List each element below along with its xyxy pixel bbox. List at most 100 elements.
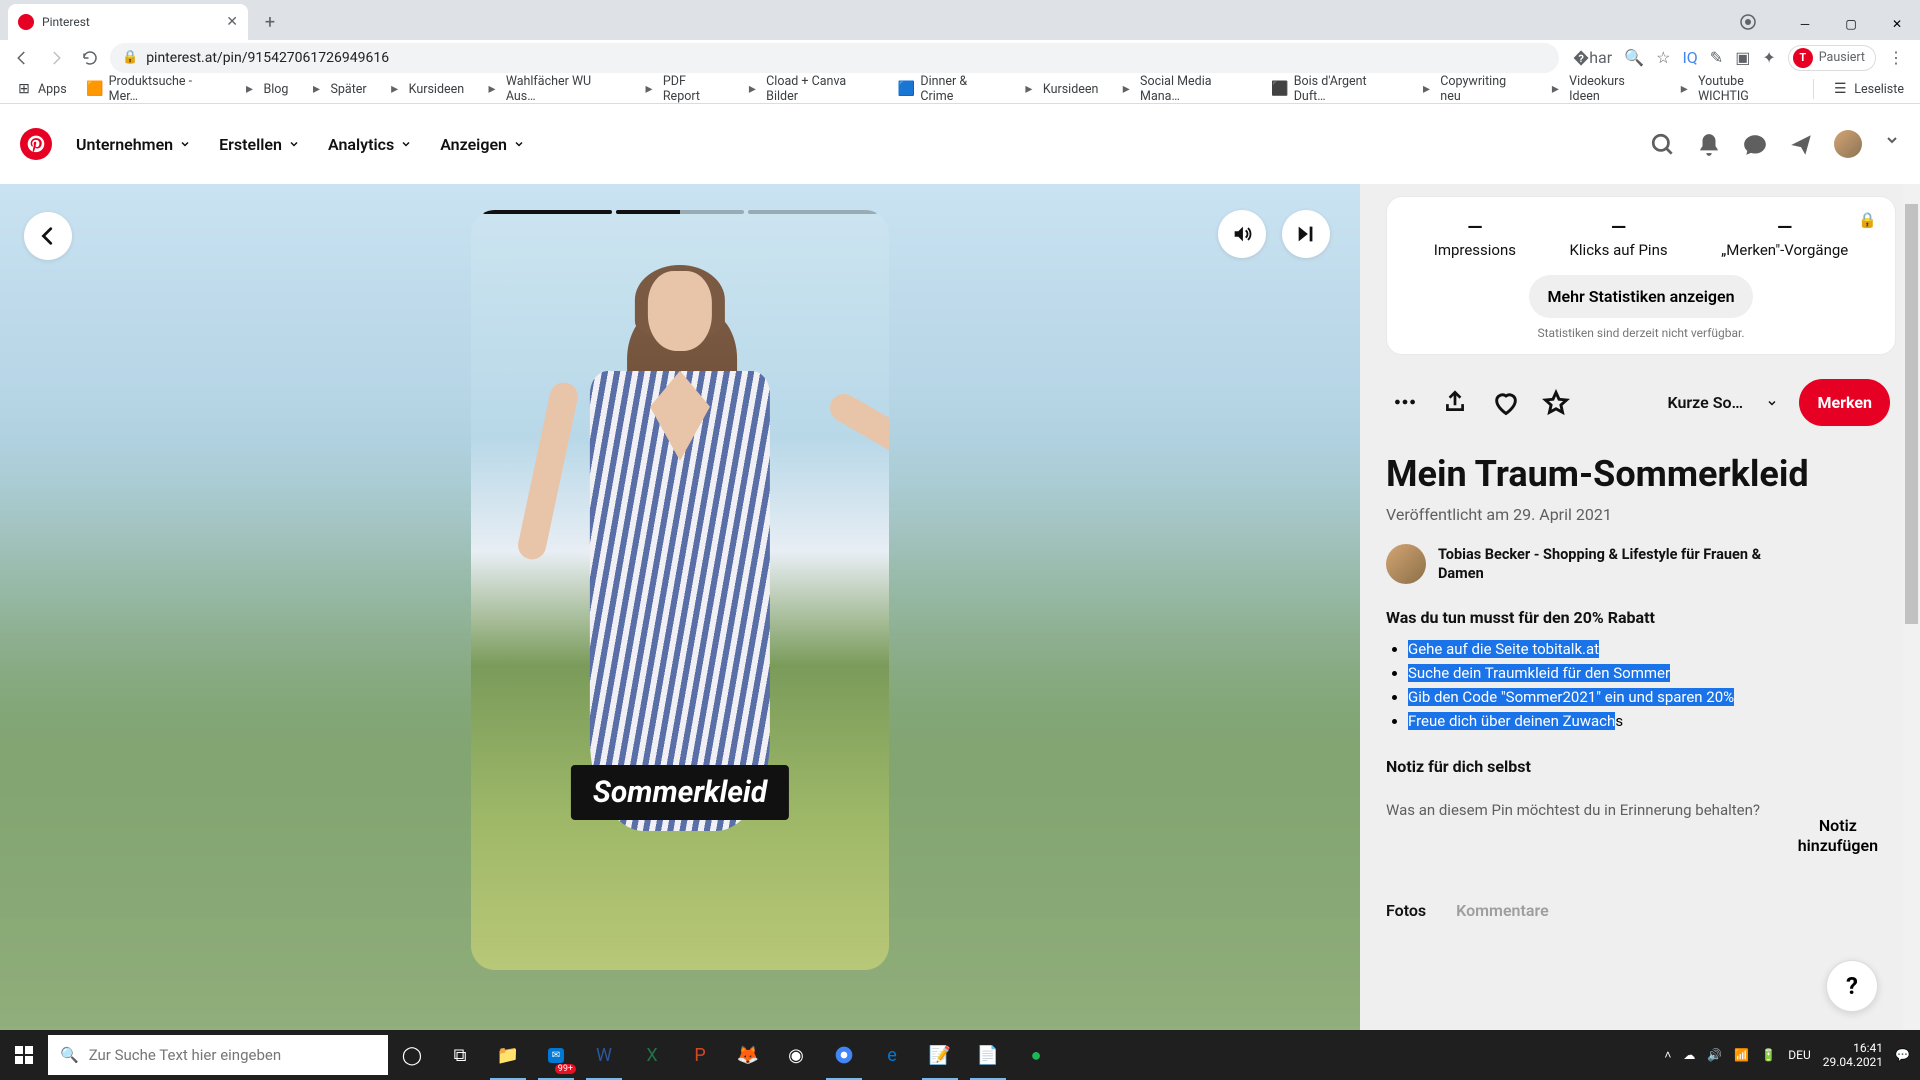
tray-lang[interactable]: DEU (1788, 1048, 1810, 1062)
bookmark-item[interactable]: 🟦Dinner & Crime (890, 75, 1009, 103)
tray-clock[interactable]: 16:41 29.04.2021 (1823, 1041, 1883, 1070)
cortana-icon[interactable]: ◯ (388, 1030, 436, 1080)
start-button[interactable] (0, 1030, 48, 1080)
bell-icon[interactable] (1696, 132, 1720, 156)
chevron-down-icon[interactable] (1884, 132, 1900, 156)
stat-item: —Impressions (1434, 215, 1516, 259)
tab-close-icon[interactable]: ✕ (226, 14, 238, 30)
tray-notifications-icon[interactable]: 💬 (1895, 1048, 1910, 1062)
tray-chevron-icon[interactable]: ˄ (1664, 1048, 1671, 1062)
star-icon[interactable] (1542, 389, 1570, 417)
board-selector[interactable]: Kurze Somm… (1667, 393, 1777, 412)
bookmark-star-icon[interactable]: ☆ (1656, 48, 1670, 67)
back-button[interactable] (24, 212, 72, 260)
nav-analytics[interactable]: Analytics (328, 135, 412, 154)
chat-icon[interactable] (1742, 132, 1766, 156)
extensions-icon[interactable]: ✦ (1762, 48, 1775, 67)
more-icon[interactable] (1392, 389, 1420, 417)
bookmark-item[interactable]: ▸Wahlfächer WU Aus… (476, 75, 629, 103)
task-view-icon[interactable]: ⧉ (436, 1030, 484, 1080)
author-row[interactable]: Tobias Becker - Shopping & Lifestyle für… (1386, 544, 1896, 584)
system-tray: ˄ ☁ 🔊 📶 🔋 DEU 16:41 29.04.2021 💬 (1654, 1041, 1920, 1070)
kebab-menu-icon[interactable]: ⋮ (1888, 48, 1904, 67)
profile-chip[interactable]: T Pausiert (1788, 45, 1876, 71)
more-stats-button[interactable]: Mehr Statistiken anzeigen (1529, 275, 1752, 318)
stats-card: 🔒 —Impressions—Klicks auf Pins—„Merken"-… (1386, 196, 1896, 355)
taskbar-apps: ◯ ⧉ 📁 ✉ 99+ W X P 🦊 ◉ e 📝 📄 ● (388, 1030, 1060, 1080)
account-dot-icon[interactable] (1734, 8, 1762, 36)
notes-icon[interactable]: 📄 (964, 1030, 1012, 1080)
pinterest-logo[interactable] (20, 128, 52, 160)
bookmark-item[interactable]: 🟧Produktsuche - Mer… (79, 75, 230, 103)
share-icon[interactable] (1442, 389, 1470, 417)
sound-button[interactable] (1218, 210, 1266, 258)
new-tab-button[interactable]: + (256, 8, 284, 36)
bookmark-item[interactable]: ▸Kursideen (1013, 75, 1107, 103)
ext-icon-2[interactable]: ✎ (1710, 48, 1723, 67)
send-icon[interactable] (1788, 132, 1812, 156)
edge-icon[interactable]: e (868, 1030, 916, 1080)
tray-battery-icon[interactable]: 🔋 (1761, 1048, 1776, 1062)
tab-comments[interactable]: Kommentare (1456, 901, 1549, 920)
firefox-icon[interactable]: 🦊 (724, 1030, 772, 1080)
zoom-icon[interactable]: 🔍 (1624, 48, 1644, 67)
spotify-icon[interactable]: ● (1012, 1030, 1060, 1080)
explorer-icon[interactable]: 📁 (484, 1030, 532, 1080)
chrome-icon[interactable] (820, 1030, 868, 1080)
search-icon[interactable] (1650, 132, 1674, 156)
tray-wifi-icon[interactable]: 📶 (1734, 1048, 1749, 1062)
nav-anzeigen[interactable]: Anzeigen (440, 135, 525, 154)
maximize-button[interactable]: ▢ (1828, 8, 1874, 40)
scrollbar-thumb[interactable] (1905, 204, 1918, 624)
bookmarks-bar: ⊞Apps🟧Produktsuche - Mer…▸Blog▸Später▸Ku… (0, 75, 1920, 104)
nav-erstellen[interactable]: Erstellen (219, 135, 300, 154)
reload-icon[interactable] (76, 44, 104, 72)
pin-card[interactable]: Sommerkleid (471, 210, 889, 970)
taskbar-search[interactable]: 🔍 Zur Suche Text hier eingeben (48, 1035, 388, 1075)
user-avatar[interactable] (1834, 130, 1862, 158)
back-icon[interactable] (8, 44, 36, 72)
bookmark-item[interactable]: ▸PDF Report (633, 75, 732, 103)
ext-icon-3[interactable]: ▣ (1735, 48, 1750, 67)
note-body: Was an diesem Pin möchtest du in Erinner… (1386, 800, 1762, 821)
forward-icon[interactable] (42, 44, 70, 72)
add-note-button[interactable]: Notizhinzufügen (1780, 800, 1896, 870)
close-window-button[interactable]: ✕ (1874, 8, 1920, 40)
bookmark-item[interactable]: ▸Kursideen (379, 75, 473, 103)
tray-volume-icon[interactable]: 🔊 (1707, 1048, 1722, 1062)
browser-tab[interactable]: Pinterest ✕ (8, 4, 248, 40)
skip-button[interactable] (1282, 210, 1330, 258)
save-button[interactable]: Merken (1799, 379, 1890, 426)
pin-title: Mein Traum-Sommerkleid (1386, 454, 1896, 495)
help-button[interactable]: ? (1826, 960, 1878, 1012)
notepad-icon[interactable]: 📝 (916, 1030, 964, 1080)
search-icon: 🔍 (60, 1046, 79, 1064)
heart-icon[interactable] (1492, 389, 1520, 417)
bookmark-item[interactable]: ▸Später (300, 75, 374, 103)
bookmark-item[interactable]: ▸Cload + Canva Bilder (737, 75, 887, 103)
word-icon[interactable]: W (580, 1030, 628, 1080)
powerpoint-icon[interactable]: P (676, 1030, 724, 1080)
mail-icon[interactable]: ✉ 99+ (532, 1030, 580, 1080)
tray-cloud-icon[interactable]: ☁ (1683, 1048, 1695, 1062)
bookmark-item[interactable]: ▸Blog (233, 75, 296, 103)
bookmark-item[interactable]: ▸Youtube WICHTIG (1668, 75, 1803, 103)
obs-icon[interactable]: ◉ (772, 1030, 820, 1080)
bookmark-item[interactable]: ☰Leseliste (1824, 75, 1912, 103)
bookmark-item[interactable]: ▸Videokurs Ideen (1540, 75, 1665, 103)
minimize-button[interactable]: ─ (1782, 8, 1828, 40)
ext-icon-1[interactable]: IQ (1682, 48, 1697, 67)
progress-segment (616, 210, 745, 214)
nav-unternehmen[interactable]: Unternehmen (76, 135, 191, 154)
tab-photos[interactable]: Fotos (1386, 901, 1426, 920)
bookmark-item[interactable]: ▸Social Media Mana… (1110, 75, 1259, 103)
install-icon[interactable]: �har (1573, 48, 1612, 67)
bookmark-item[interactable]: ▸Copywriting neu (1411, 75, 1536, 103)
pin-sidebar: 🔒 —Impressions—Klicks auf Pins—„Merken"-… (1386, 196, 1896, 920)
bookmark-item[interactable]: ⬛Bois d'Argent Duft… (1264, 75, 1407, 103)
scrollbar[interactable] (1903, 184, 1920, 1030)
bookmark-item[interactable]: ⊞Apps (8, 75, 75, 103)
primary-nav: Unternehmen Erstellen Analytics Anzeigen (76, 135, 525, 154)
excel-icon[interactable]: X (628, 1030, 676, 1080)
url-bar[interactable]: 🔒 pinterest.at/pin/915427061726949616 (110, 43, 1559, 73)
